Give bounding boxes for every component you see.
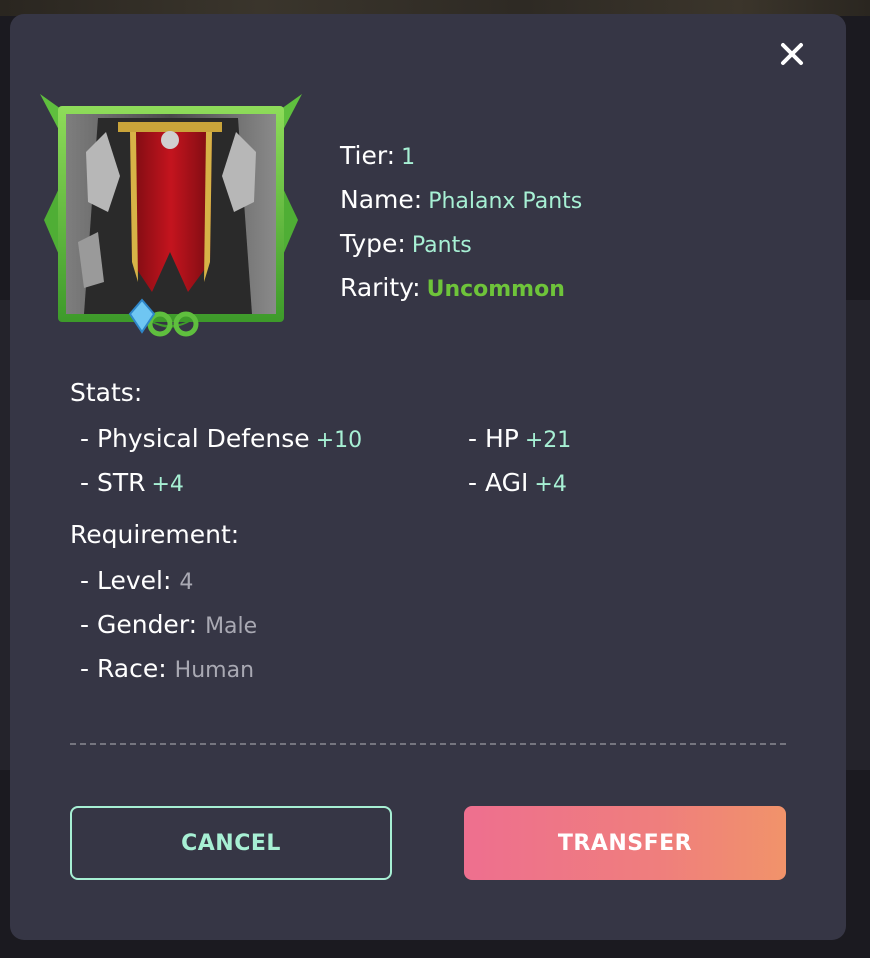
stat-physical-defense: - Physical Defense +10 [80,424,362,453]
requirement-label: - Gender: [80,610,198,639]
item-info: Tier: 1 Name: Phalanx Pants Type: Pants Rar… [340,134,582,310]
stats-title: Stats: [70,378,143,407]
requirement-title: Requirement: [70,520,240,549]
requirement-race: - Race: Human [80,654,254,683]
item-transfer-modal: Tier: 1 Name: Phalanx Pants Type: Pants Rar… [10,14,846,940]
requirement-level: - Level: 4 [80,566,193,595]
type-value: Pants [411,233,472,258]
close-button[interactable] [778,40,806,68]
tier-value: 1 [401,145,416,170]
stat-label: - AGI [468,468,529,497]
stat-value: +21 [524,428,572,453]
rarity-label: Rarity: [340,273,421,302]
stat-agi: - AGI +4 [468,468,567,497]
stat-label: - HP [468,424,519,453]
item-image [38,92,304,352]
stat-hp: - HP +21 [468,424,571,453]
stat-str: - STR +4 [80,468,184,497]
tier-label: Tier: [340,141,396,170]
name-value: Phalanx Pants [428,189,583,214]
requirement-value: Male [205,614,258,639]
requirement-value: 4 [179,570,194,595]
tier-row: Tier: 1 [340,134,582,178]
rarity-value: Uncommon [426,277,565,302]
requirement-value: Human [174,658,255,683]
requirement-gender: - Gender: Male [80,610,257,639]
background-panel-right [844,300,870,770]
stat-value: +4 [151,472,184,497]
rarity-row: Rarity: Uncommon [340,266,582,310]
type-label: Type: [340,229,406,258]
close-icon [781,43,803,65]
requirement-label: - Level: [80,566,172,595]
transfer-button[interactable]: TRANSFER [464,806,786,880]
name-label: Name: [340,185,423,214]
requirement-label: - Race: [80,654,167,683]
divider [70,743,786,745]
type-row: Type: Pants [340,222,582,266]
stat-value: +4 [534,472,567,497]
stat-label: - STR [80,468,146,497]
cancel-button[interactable]: CANCEL [70,806,392,880]
stat-label: - Physical Defense [80,424,310,453]
stat-value: +10 [315,428,363,453]
name-row: Name: Phalanx Pants [340,178,582,222]
